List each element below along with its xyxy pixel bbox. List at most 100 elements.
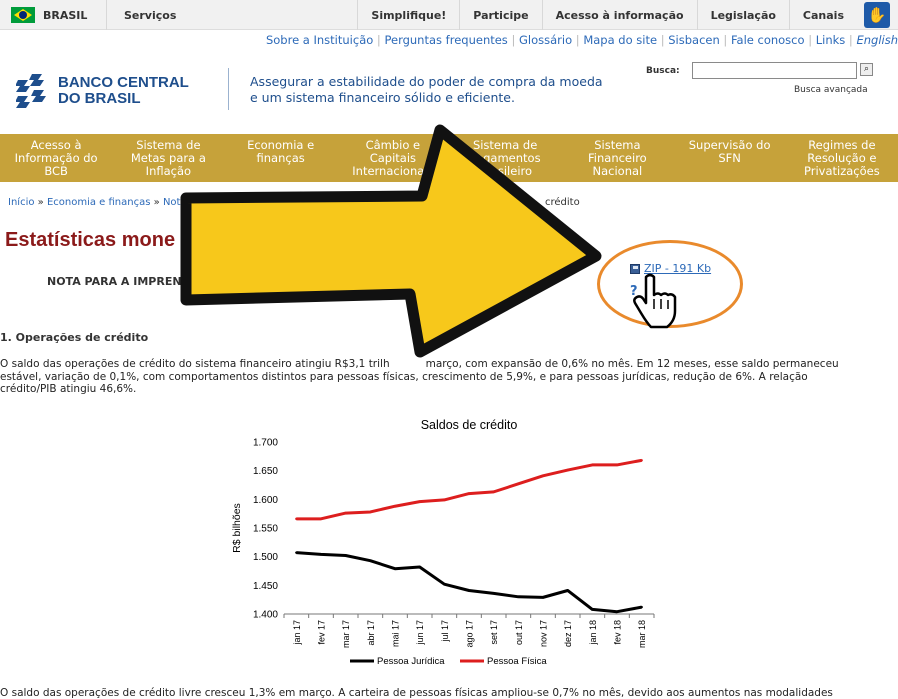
data-point: [344, 511, 347, 515]
data-point: [541, 474, 545, 478]
bcb-logo-icon: [16, 74, 46, 108]
data-point: [319, 517, 323, 521]
data-point: [467, 589, 471, 592]
nav-item-acesso-informacao[interactable]: Acesso à Informação do BCB: [0, 134, 112, 182]
legend-label: Pessoa Jurídica: [377, 656, 445, 667]
tagline: Assegurar a estabilidade do poder de com…: [250, 74, 603, 106]
util-link-glossario[interactable]: Glossário: [519, 33, 572, 47]
nav-item-cambio-capitais[interactable]: Câmbio e Capitais Internacionais: [337, 134, 449, 182]
page-title: Estatísticas mone: [5, 229, 176, 251]
util-link-fale-conosco[interactable]: Fale conosco: [731, 33, 805, 47]
x-tick-label: set 17: [489, 620, 499, 645]
press-note-heading: NOTA PARA A IMPRENS: [47, 275, 190, 288]
brasil-label: BRASIL: [43, 8, 88, 22]
advanced-search-link[interactable]: Busca avançada: [794, 85, 868, 95]
gov-bar: BRASIL Serviços Simplifique! Participe A…: [0, 0, 898, 30]
servicos-link[interactable]: Serviços: [107, 0, 176, 30]
x-tick-label: abr 17: [366, 620, 376, 646]
data-point: [393, 567, 397, 570]
nav-item-economia-financas[interactable]: Economia e finanças: [225, 134, 337, 182]
hand-pointer-icon: [633, 273, 677, 329]
logo-line1: BANCO CENTRAL: [58, 74, 189, 91]
data-point: [591, 608, 594, 611]
vlibras-hand-icon[interactable]: ✋: [864, 2, 890, 28]
gov-link-acesso-informacao[interactable]: Acesso à informação: [541, 0, 697, 30]
search-label: Busca:: [646, 66, 680, 76]
utility-links: Sobre a Instituição | Perguntas frequent…: [265, 33, 898, 47]
breadcrumb-inicio[interactable]: Início: [8, 197, 34, 208]
header-divider: [228, 68, 229, 110]
gov-link-canais[interactable]: Canais: [788, 0, 857, 30]
brasil-link[interactable]: BRASIL: [0, 0, 107, 30]
y-tick-label: 1.600: [253, 495, 278, 506]
brazil-flag-icon: [11, 7, 35, 23]
data-point: [393, 505, 397, 508]
tagline-line1: Assegurar a estabilidade do poder de com…: [250, 74, 603, 89]
breadcrumb-economia[interactable]: Economia e finanças: [47, 197, 151, 208]
data-point: [443, 582, 446, 586]
data-point: [591, 463, 594, 467]
util-link-sisbacen[interactable]: Sisbacen: [668, 33, 720, 47]
data-point: [467, 492, 471, 495]
y-tick-label: 1.700: [253, 438, 278, 449]
section-heading: 1. Operações de crédito: [0, 331, 149, 344]
data-point: [369, 510, 372, 514]
util-link-links[interactable]: Links: [816, 33, 846, 47]
y-tick-label: 1.450: [253, 581, 278, 592]
y-tick-label: 1.400: [253, 610, 278, 621]
main-nav: Acesso à Informação do BCB Sistema de Metas…: [0, 134, 898, 182]
legend-label: Pessoa Física: [487, 656, 547, 667]
y-axis-label: R$ bilhões: [231, 503, 243, 553]
paragraph-credit-operations: O saldo das operações de crédito do sist…: [0, 358, 839, 395]
gov-link-participe[interactable]: Participe: [459, 0, 541, 30]
util-link-faq[interactable]: Perguntas frequentes: [384, 33, 507, 47]
x-tick-label: jun 17: [415, 620, 425, 646]
nav-item-metas-inflacao[interactable]: Sistema de Metas para a Inflação: [112, 134, 224, 182]
x-tick-label: jan 18: [588, 620, 598, 646]
nav-item-regimes-resolucao[interactable]: Regimes de Resolução e Privatizações: [786, 134, 898, 182]
credit-balance-chart-svg: Saldos de crédito R$ bilhões 1.400 1.450 1.5…: [231, 418, 655, 667]
util-link-sobre[interactable]: Sobre a Instituição: [266, 33, 373, 47]
data-point: [492, 490, 495, 494]
data-point: [640, 459, 643, 462]
nav-item-sistema-pagamentos[interactable]: Sistema de Pagamentos Brasileiro: [449, 134, 561, 182]
x-tick-label: mai 17: [391, 620, 401, 647]
logo-line2: DO BRASIL: [58, 90, 141, 107]
x-tick-label: jul 17: [440, 620, 450, 643]
x-tick-label: mar 17: [341, 620, 351, 648]
search-input[interactable]: [692, 62, 857, 79]
data-point: [566, 589, 569, 592]
y-tick-label: 1.500: [253, 552, 278, 563]
x-tick-label: mar 18: [637, 620, 647, 648]
data-point: [319, 553, 323, 556]
search-icon[interactable]: ⌕: [860, 63, 873, 76]
breadcrumb-nota[interactable]: Nota: [163, 197, 187, 208]
util-link-english[interactable]: English: [856, 33, 898, 47]
x-tick-label: out 17: [514, 620, 524, 645]
credit-balance-chart: Saldos de crédito R$ bilhões 1.400 1.450 1.5…: [222, 414, 668, 678]
nav-item-supervisao-sfn[interactable]: Supervisão do SFN: [674, 134, 786, 182]
y-tick-label: 1.650: [253, 466, 278, 477]
breadcrumb: Início » Economia e finanças » Nota: [8, 197, 187, 208]
data-point: [443, 498, 446, 502]
x-tick-label: fev 18: [613, 620, 623, 645]
x-tick-label: jan 17: [292, 620, 302, 646]
series-line-pessoa-fisica: [296, 458, 642, 521]
data-point: [418, 565, 421, 569]
data-point: [295, 517, 298, 521]
y-tick-label: 1.550: [253, 524, 278, 535]
chart-title: Saldos de crédito: [421, 418, 518, 432]
series-line-pessoa-juridica: [296, 551, 642, 614]
bcb-logo[interactable]: BANCO CENTRAL DO BRASIL: [16, 74, 189, 108]
gov-link-simplifique[interactable]: Simplifique!: [357, 0, 459, 30]
x-tick-label: nov 17: [539, 620, 549, 647]
gov-links: Simplifique! Participe Acesso à informaç…: [357, 0, 857, 30]
data-point: [517, 482, 520, 486]
bcb-logo-text: BANCO CENTRAL DO BRASIL: [58, 75, 189, 107]
nav-item-sistema-financeiro[interactable]: Sistema Financeiro Nacional: [561, 134, 673, 182]
gov-link-legislacao[interactable]: Legislação: [696, 0, 789, 30]
util-link-mapa[interactable]: Mapa do site: [583, 33, 657, 47]
tagline-line2: e um sistema financeiro sólido e eficien…: [250, 90, 515, 105]
data-point: [541, 596, 545, 599]
data-point: [492, 592, 495, 595]
